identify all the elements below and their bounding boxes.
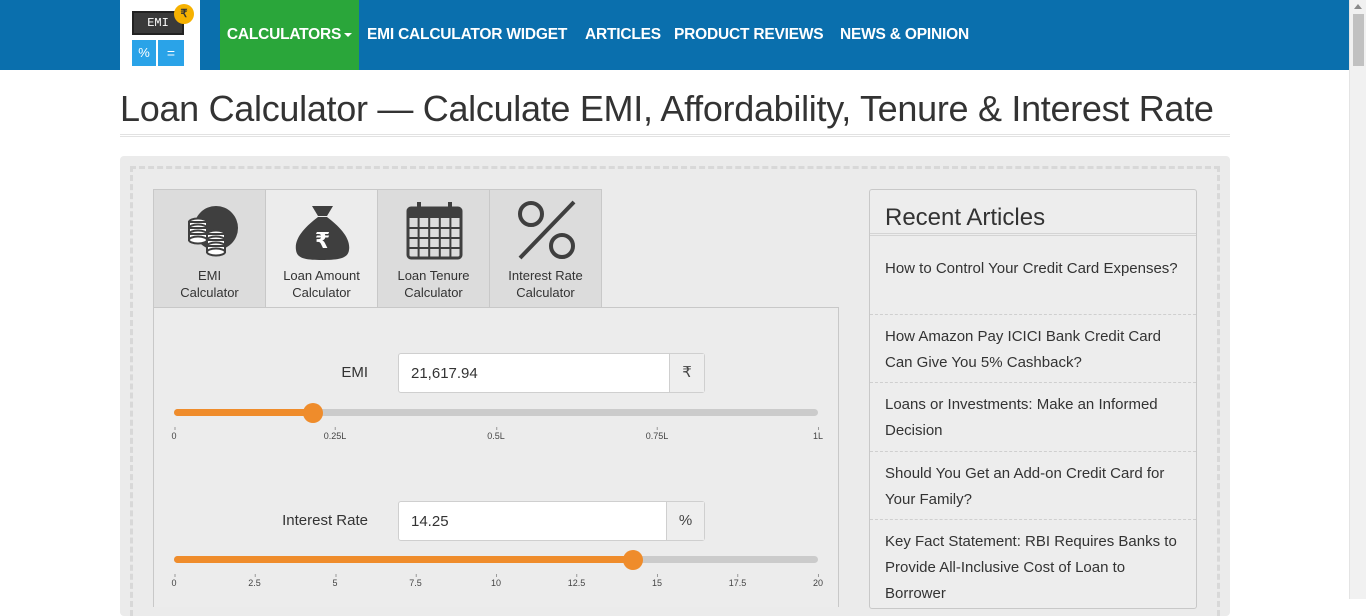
article-link[interactable]: Loans or Investments: Make an Informed D…: [870, 392, 1196, 452]
emi-input-group: ₹: [398, 353, 705, 393]
article-link[interactable]: How to Control Your Credit Card Expenses…: [870, 256, 1196, 315]
tab-emi-label: EMI Calculator: [154, 267, 265, 301]
emi-slider-ticks: 0 0.25L 0.5L 0.75L 1L: [171, 427, 823, 451]
tab-loan-tenure-label: Loan Tenure Calculator: [378, 267, 489, 301]
slider-tick-label: 12.5: [567, 574, 586, 588]
slider-tick-label: 17.5: [728, 574, 747, 588]
tab-loan-amount-label: Loan Amount Calculator: [266, 267, 377, 301]
money-bag-icon: ₹: [266, 200, 377, 262]
tab-loan-tenure-line2: Calculator: [404, 285, 463, 300]
emi-slider[interactable]: [174, 403, 818, 423]
tab-emi-calculator[interactable]: EMI Calculator: [153, 189, 266, 308]
nav-articles[interactable]: ARTICLES: [585, 0, 661, 70]
rupee-addon: ₹: [669, 354, 704, 392]
tab-loan-amount-calculator[interactable]: ₹ Loan Amount Calculator: [265, 189, 378, 308]
percent-addon: %: [666, 502, 704, 540]
site-logo[interactable]: EMI ₹ % =: [120, 0, 200, 80]
interest-rate-slider-handle[interactable]: [623, 550, 643, 570]
article-link[interactable]: Should You Get an Add-on Credit Card for…: [870, 461, 1196, 520]
slider-tick-label: 0.5L: [487, 427, 505, 441]
emi-slider-handle[interactable]: [303, 403, 323, 423]
scrollbar-thumb[interactable]: [1353, 14, 1364, 66]
nav-emi-calculator-widget[interactable]: EMI CALCULATOR WIDGET: [367, 0, 567, 70]
coins-icon: [154, 200, 265, 262]
interest-rate-input[interactable]: [399, 502, 668, 540]
slider-tick-label: 10: [490, 574, 502, 588]
tab-emi-line2: Calculator: [180, 285, 239, 300]
tab-loan-amount-line2: Calculator: [292, 285, 351, 300]
logo-equals-key: =: [158, 40, 184, 66]
tab-loan-amount-line1: Loan Amount: [283, 268, 360, 283]
interest-rate-slider[interactable]: [174, 550, 818, 570]
slider-tick-label: 1L: [812, 427, 824, 441]
nav-news-opinion[interactable]: NEWS & OPINION: [840, 0, 969, 70]
svg-text:₹: ₹: [315, 229, 330, 254]
interest-rate-input-group: %: [398, 501, 705, 541]
nav-calculators[interactable]: CALCULATORS: [220, 0, 359, 70]
sidebar-divider: [870, 233, 1196, 236]
tab-interest-rate-label: Interest Rate Calculator: [490, 267, 601, 301]
slider-tick-label: 0: [171, 427, 177, 441]
slider-tick-label: 0.75L: [645, 427, 669, 441]
slider-tick-label: 7.5: [409, 574, 422, 588]
nav-product-reviews[interactable]: PRODUCT REVIEWS: [674, 0, 824, 70]
article-link[interactable]: How Amazon Pay ICICI Bank Credit Card Ca…: [870, 324, 1196, 383]
logo-percent-key: %: [132, 40, 156, 66]
page-scrollbar[interactable]: [1349, 0, 1366, 599]
rupee-coin-icon: ₹: [174, 4, 194, 24]
percent-icon: [490, 200, 601, 262]
recent-articles-sidebar: Recent Articles How to Control Your Cred…: [869, 189, 1197, 609]
slider-tick-label: 0: [171, 574, 177, 588]
slider-tick-label: 15: [651, 574, 663, 588]
calendar-icon: [378, 200, 489, 262]
nav-calculators-label: CALCULATORS: [226, 26, 342, 43]
tab-interest-rate-calculator[interactable]: Interest Rate Calculator: [489, 189, 602, 308]
slider-tick-label: 5: [332, 574, 338, 588]
emi-label: EMI: [341, 364, 368, 381]
slider-tick-label: 2.5: [248, 574, 261, 588]
tab-interest-rate-line1: Interest Rate: [508, 268, 583, 283]
tab-loan-tenure-calculator[interactable]: Loan Tenure Calculator: [377, 189, 490, 308]
caret-down-icon: [344, 32, 353, 37]
interest-rate-label: Interest Rate: [282, 512, 368, 529]
emi-slider-fill: [174, 409, 313, 416]
page-title: Loan Calculator — Calculate EMI, Afforda…: [120, 88, 1230, 137]
interest-rate-slider-ticks: 0 2.5 5 7.5 10 12.5 15 17.5 20: [171, 574, 823, 598]
slider-tick-label: 0.25L: [323, 427, 347, 441]
scroll-up-arrow-icon[interactable]: [1354, 4, 1362, 9]
tab-interest-rate-line2: Calculator: [516, 285, 575, 300]
recent-articles-title: Recent Articles: [885, 204, 1046, 231]
emi-input[interactable]: [399, 354, 671, 392]
tab-emi-line1: EMI: [197, 268, 222, 283]
interest-rate-slider-fill: [174, 556, 633, 563]
article-link[interactable]: Key Fact Statement: RBI Requires Banks t…: [870, 529, 1196, 615]
slider-tick-label: 20: [812, 574, 824, 588]
tab-loan-tenure-line1: Loan Tenure: [397, 268, 470, 283]
